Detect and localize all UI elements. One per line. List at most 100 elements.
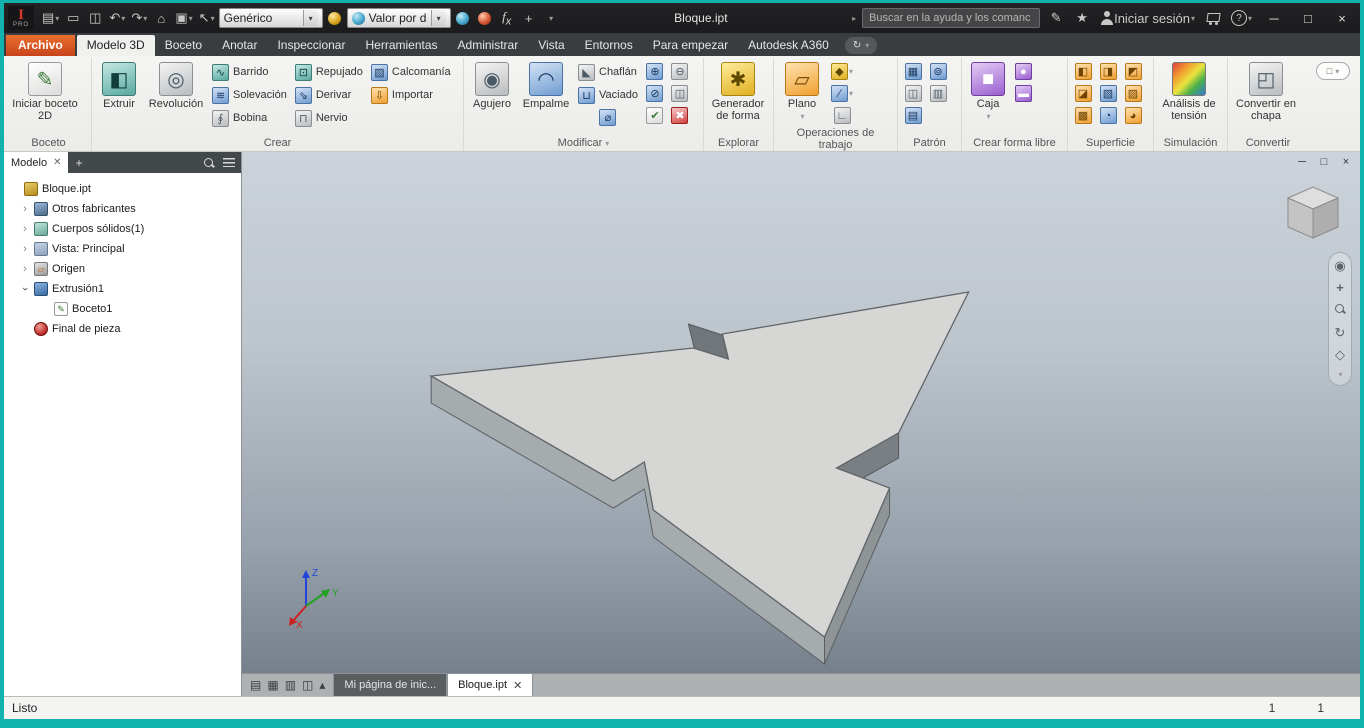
empalme-button[interactable]: Empalme — [519, 59, 573, 113]
superficie-tool-9-button[interactable] — [1121, 105, 1145, 126]
tab-entornos[interactable]: Entornos — [575, 35, 643, 56]
solevacion-button[interactable]: Solevación — [209, 84, 290, 106]
bobina-button[interactable]: Bobina — [209, 107, 290, 129]
repujado-button[interactable]: Repujado — [292, 61, 366, 83]
doc-minimize-button[interactable] — [1292, 154, 1312, 170]
tree-item-final-de-pieza[interactable]: Final de pieza — [6, 319, 239, 339]
tab-herramientas[interactable]: Herramientas — [355, 35, 447, 56]
zoom-icon[interactable] — [1334, 303, 1346, 315]
pan-icon[interactable] — [1336, 281, 1344, 294]
espesor-button[interactable] — [668, 61, 692, 82]
patron-boceto-button[interactable] — [926, 83, 950, 104]
doc-tab-close-icon[interactable]: ✕ — [513, 679, 522, 692]
calcomania-button[interactable]: Calcomanía — [368, 61, 454, 83]
agujero-button[interactable]: Agujero — [467, 59, 517, 113]
app-store-button[interactable] — [1203, 7, 1223, 29]
browser-search-icon[interactable] — [203, 157, 215, 169]
combinar-button[interactable] — [643, 61, 667, 82]
convertir-en-chapa-button[interactable]: Convertir en chapa — [1231, 59, 1301, 125]
importar-button[interactable]: Importar — [368, 84, 454, 106]
new-file-button[interactable]: ▾ — [40, 7, 61, 29]
punto-trabajo-button[interactable]: ▾ — [829, 61, 855, 82]
browser-tab-close-icon[interactable]: ✕ — [53, 157, 61, 168]
eliminar-ok-button[interactable] — [643, 105, 667, 126]
ribbon-display-options-button[interactable]: ▾ — [1316, 62, 1350, 80]
edicion-directa-button[interactable] — [668, 83, 692, 104]
expand-docbar-icon[interactable] — [319, 678, 325, 692]
tab-archivo[interactable]: Archivo — [6, 35, 75, 56]
patron-circular-button[interactable] — [926, 61, 950, 82]
tab-boceto[interactable]: Boceto — [155, 35, 212, 56]
scene-canvas[interactable] — [242, 152, 1360, 673]
search-expand-arrow[interactable]: ▸ — [852, 14, 856, 23]
clear-appearance-button[interactable] — [475, 7, 495, 29]
open-file-button[interactable] — [63, 7, 83, 29]
plano-button[interactable]: Plano▾ — [777, 59, 827, 124]
tree-item-extrusion1[interactable]: › Extrusión1 — [6, 279, 239, 299]
barrido-button[interactable]: Barrido — [209, 61, 290, 83]
vaciado-button[interactable]: Vaciado — [575, 84, 641, 106]
tree-item-boceto1[interactable]: ✎ Boceto1 — [6, 299, 239, 319]
navbar-options-arrow[interactable]: ▾ — [1338, 370, 1342, 379]
eliminar-cara-button[interactable] — [668, 105, 692, 126]
tile-windows-icon[interactable] — [267, 678, 278, 692]
tab-administrar[interactable]: Administrar — [448, 35, 529, 56]
home-view-button[interactable] — [151, 7, 171, 29]
modificar-expand-arrow[interactable]: ▾ — [605, 139, 609, 148]
browser-menu-icon[interactable] — [223, 158, 235, 167]
tab-anotar[interactable]: Anotar — [212, 35, 267, 56]
navigation-wheel-icon[interactable] — [1334, 259, 1345, 272]
rosca-button[interactable] — [575, 107, 641, 128]
appearance-dropdown-arrow[interactable]: ▾ — [430, 10, 446, 26]
horizontal-tile-icon[interactable] — [285, 678, 296, 692]
browser-tab-modelo[interactable]: Modelo ✕ — [4, 152, 69, 173]
a360-menu-button[interactable]: ▾ — [844, 37, 878, 54]
caja-button[interactable]: Caja▾ — [965, 59, 1011, 124]
superficie-tool-3-button[interactable] — [1121, 61, 1145, 82]
superficie-tool-2-button[interactable] — [1096, 61, 1120, 82]
save-button[interactable] — [85, 7, 105, 29]
parameters-button[interactable]: fx — [497, 7, 517, 29]
browser-add-tab-button[interactable] — [68, 152, 89, 173]
nervio-button[interactable]: Nervio — [292, 107, 366, 129]
doc-close-button[interactable] — [1336, 154, 1356, 170]
orbit-icon[interactable] — [1335, 326, 1346, 339]
close-button[interactable] — [1328, 6, 1356, 30]
arrange-windows-icon[interactable] — [250, 678, 261, 692]
adjust-appearance-button[interactable] — [453, 7, 473, 29]
doc-restore-button[interactable] — [1314, 154, 1334, 170]
material-dropdown-arrow[interactable]: ▾ — [302, 10, 318, 26]
ucs-button[interactable] — [829, 105, 855, 126]
extruir-button[interactable]: Extruir — [95, 59, 143, 113]
material-combobox[interactable]: Genérico ▾ — [218, 8, 323, 28]
separar-button[interactable] — [643, 83, 667, 104]
revolucion-button[interactable]: Revolución — [145, 59, 207, 113]
maximize-button[interactable] — [1294, 6, 1322, 30]
tree-item-vista-principal[interactable]: › Vista: Principal — [6, 239, 239, 259]
tree-item-otros-fabricantes[interactable]: › Otros fabricantes — [6, 199, 239, 219]
generador-de-forma-button[interactable]: Generador de forma — [707, 59, 769, 125]
superficie-tool-1-button[interactable] — [1071, 61, 1095, 82]
help-search-input[interactable] — [862, 8, 1041, 28]
vertical-tile-icon[interactable] — [302, 678, 313, 692]
undo-button[interactable]: ▾ — [107, 7, 127, 29]
tab-autodesk-a360[interactable]: Autodesk A360 — [738, 35, 839, 56]
simetria-button[interactable] — [901, 83, 925, 104]
redo-button[interactable]: ▾ — [129, 7, 149, 29]
tree-item-bloque[interactable]: Bloque.ipt — [6, 179, 239, 199]
qat-add-button[interactable] — [519, 7, 539, 29]
help-button[interactable]: ? ▾ — [1229, 7, 1254, 29]
view-cube[interactable] — [1278, 180, 1344, 249]
derivar-button[interactable]: Derivar — [292, 84, 366, 106]
superficie-tool-6-button[interactable] — [1121, 83, 1145, 104]
esfera-button[interactable] — [1013, 61, 1034, 82]
tab-vista[interactable]: Vista — [528, 35, 574, 56]
patron-curva-button[interactable] — [901, 105, 925, 126]
appearance-combobox[interactable]: Valor por d ▾ — [346, 8, 451, 28]
material-browser-button[interactable] — [325, 7, 345, 29]
iniciar-boceto-2d-button[interactable]: Iniciar boceto 2D — [9, 59, 81, 125]
superficie-tool-4-button[interactable] — [1071, 83, 1095, 104]
tab-para-empezar[interactable]: Para empezar — [643, 35, 738, 56]
tree-item-cuerpos-solidos[interactable]: › Cuerpos sólidos(1) — [6, 219, 239, 239]
superficie-tool-5-button[interactable] — [1096, 83, 1120, 104]
